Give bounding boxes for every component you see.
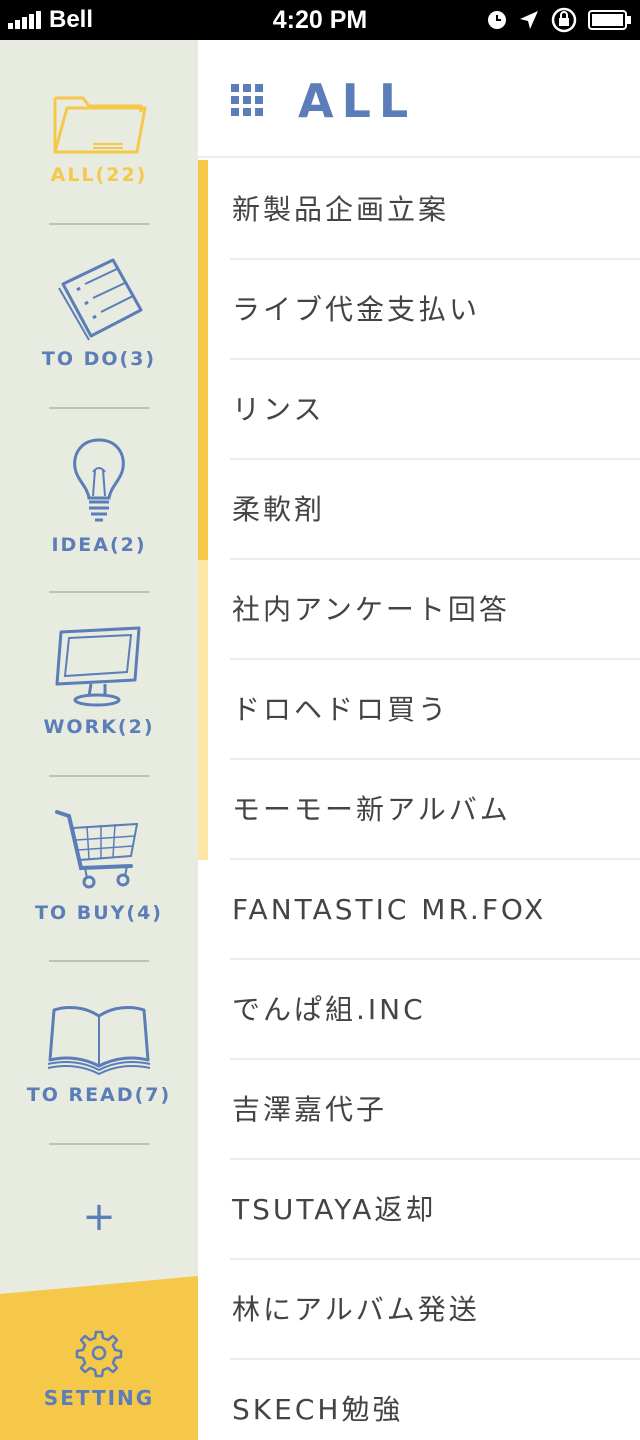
status-bar: Bell 4:20 PM — [0, 0, 640, 40]
header: ALL — [198, 40, 640, 158]
category-label: WORK(2) — [43, 716, 155, 738]
page-title: ALL — [298, 74, 417, 128]
divider — [49, 960, 149, 962]
scroll-thumb[interactable] — [198, 160, 208, 560]
category-all[interactable]: ALL(22) — [0, 88, 198, 186]
add-category-button[interactable]: + — [74, 1192, 124, 1242]
task-item[interactable]: ドロヘドロ買う — [230, 660, 640, 760]
battery-icon — [588, 10, 631, 30]
divider — [49, 1143, 149, 1145]
shopping-cart-icon — [55, 810, 139, 889]
category-label: TO BUY(4) — [35, 902, 163, 924]
status-icons — [476, 0, 632, 40]
task-item[interactable]: 吉澤嘉代子 — [230, 1060, 640, 1160]
divider — [49, 775, 149, 777]
setting-label: SETTING — [43, 1386, 155, 1410]
task-item[interactable]: ライブ代金支払い — [230, 260, 640, 360]
category-idea[interactable]: IDEA(2) — [0, 436, 198, 556]
lightbulb-icon — [73, 438, 125, 522]
task-item[interactable]: 新製品企画立案 — [230, 160, 640, 260]
task-item[interactable]: FANTASTIC MR.FOX — [230, 860, 640, 960]
alarm-clock-icon — [488, 11, 506, 29]
category-todo[interactable]: TO DO(3) — [0, 254, 198, 370]
task-item[interactable]: でんぱ組.INC — [230, 960, 640, 1060]
main-panel: ALL 新製品企画立案 ライブ代金支払い リンス 柔軟剤 社内アンケート回答 ド… — [198, 40, 640, 1440]
rotation-lock-icon — [551, 7, 577, 33]
category-work[interactable]: WORK(2) — [0, 622, 198, 738]
task-item[interactable]: リンス — [230, 360, 640, 460]
category-toread[interactable]: TO READ(7) — [0, 998, 198, 1106]
monitor-icon — [55, 626, 141, 707]
task-item[interactable]: SKECH勉強 — [230, 1360, 640, 1440]
task-item[interactable]: TSUTAYA返却 — [230, 1160, 640, 1260]
book-icon — [47, 1006, 151, 1076]
task-item[interactable]: 柔軟剤 — [230, 460, 640, 560]
category-label: IDEA(2) — [51, 534, 147, 556]
divider — [49, 407, 149, 409]
folder-icon — [53, 96, 147, 154]
task-item[interactable]: 林にアルバム発送 — [230, 1260, 640, 1360]
category-label: TO READ(7) — [26, 1084, 172, 1106]
divider — [49, 223, 149, 225]
category-tobuy[interactable]: TO BUY(4) — [0, 802, 198, 924]
location-arrow-icon — [520, 11, 538, 29]
category-label: ALL(22) — [50, 164, 148, 186]
notepad-icon — [58, 258, 143, 341]
category-label: TO DO(3) — [41, 348, 157, 370]
category-sidebar: ALL(22) TO DO(3) IDEA(2) WORK(2) TO BUY(… — [0, 40, 198, 1440]
grid-menu-icon[interactable] — [231, 84, 263, 116]
gear-icon — [75, 1330, 123, 1378]
task-list: 新製品企画立案 ライブ代金支払い リンス 柔軟剤 社内アンケート回答 ドロヘドロ… — [230, 160, 640, 1440]
task-item[interactable]: モーモー新アルバム — [230, 760, 640, 860]
task-item[interactable]: 社内アンケート回答 — [230, 560, 640, 660]
divider — [49, 591, 149, 593]
setting-button[interactable]: SETTING — [0, 1276, 198, 1440]
